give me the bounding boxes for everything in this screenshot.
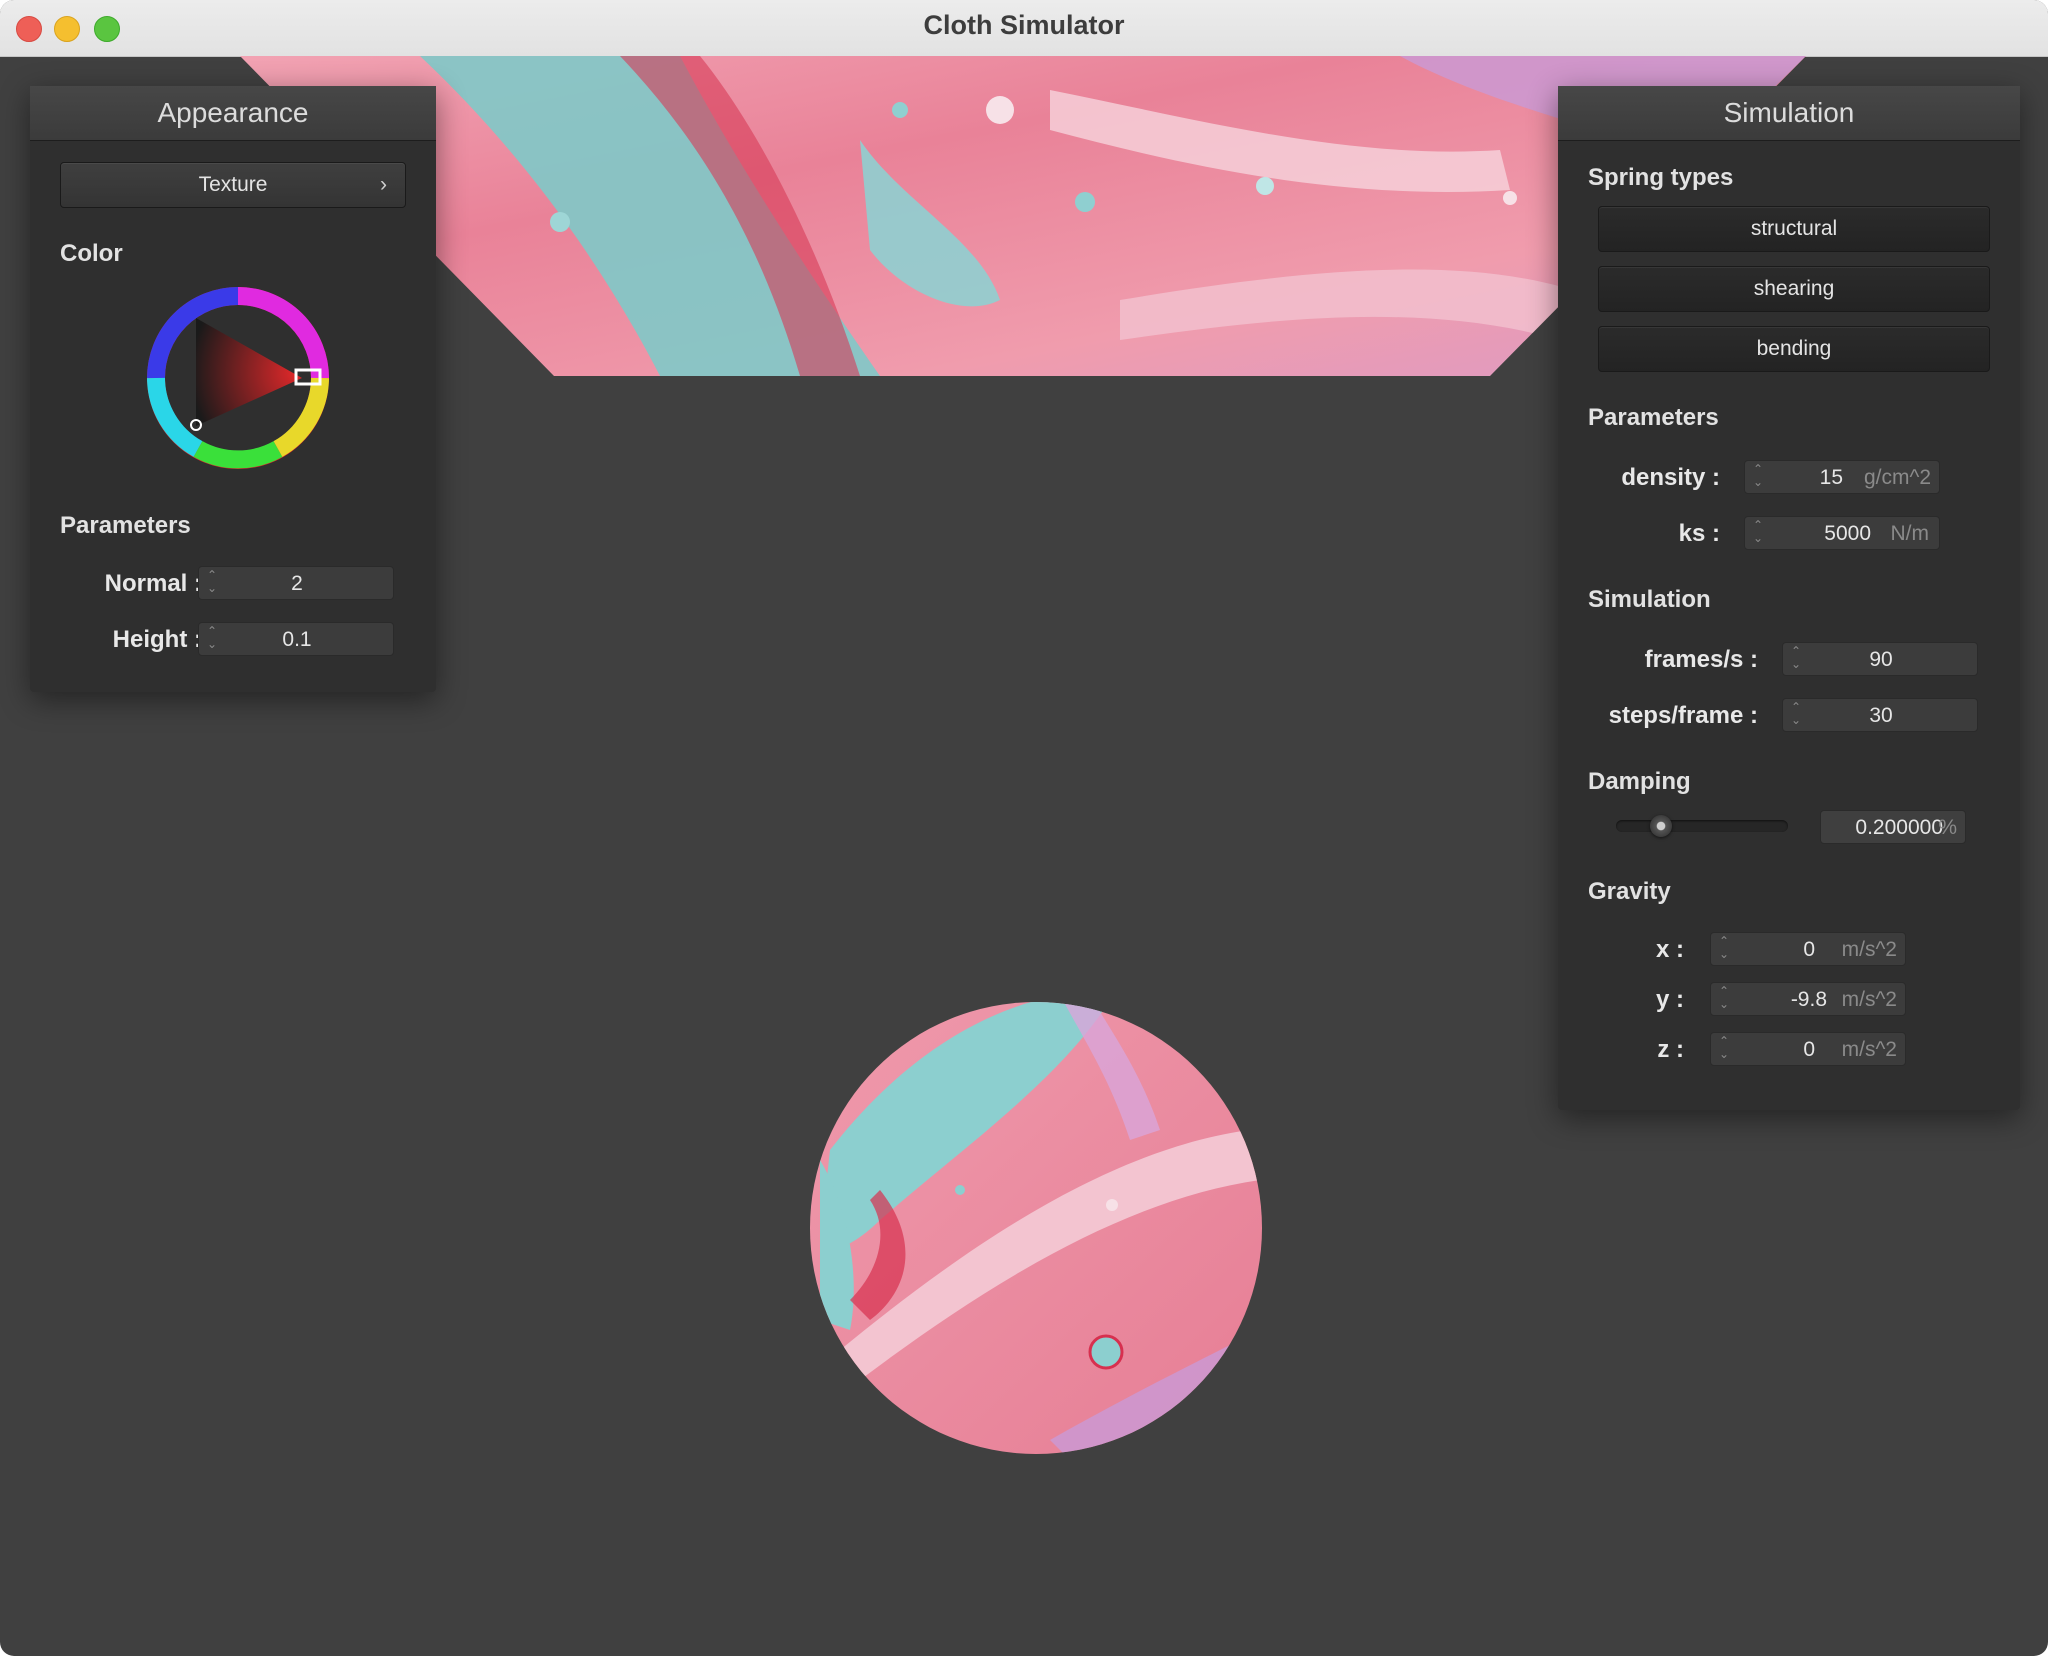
simulation-panel-title[interactable]: Simulation: [1558, 86, 2020, 141]
stepper-icon[interactable]: ⌃ ⌄: [1753, 463, 1763, 489]
gravity-x-label: x :: [1655, 936, 1684, 963]
damping-slider[interactable]: [1616, 815, 1788, 837]
ks-input[interactable]: ⌃ ⌄ 5000 N/m: [1744, 516, 1940, 550]
spring-types-label: Spring types: [1588, 164, 1734, 191]
steps-per-frame-value: 30: [1869, 704, 1893, 727]
texture-button[interactable]: Texture ›: [60, 162, 406, 208]
height-input[interactable]: ⌃ ⌄ 0.1: [198, 622, 394, 656]
density-input[interactable]: ⌃ ⌄ 15 g/cm^2: [1744, 460, 1940, 494]
density-value: 15: [1819, 466, 1843, 489]
damping-value: 0.200000: [1855, 816, 1943, 839]
frames-per-second-input[interactable]: ⌃ ⌄ 90: [1782, 642, 1978, 676]
frames-per-second-label: frames/s :: [1644, 646, 1758, 673]
steps-per-frame-input[interactable]: ⌃ ⌄ 30: [1782, 698, 1978, 732]
color-section-label: Color: [60, 240, 123, 267]
normal-label: Normal :: [104, 570, 202, 597]
gravity-z-value: 0: [1803, 1038, 1815, 1061]
structural-button[interactable]: structural: [1598, 206, 1990, 252]
simulation-parameters-label: Parameters: [1588, 404, 1719, 431]
ks-label: ks :: [1678, 520, 1720, 547]
stepper-icon[interactable]: ⌃ ⌄: [1719, 935, 1729, 961]
app-window: Cloth Simulator Appearance Texture › Col…: [0, 0, 2048, 1656]
stepper-icon[interactable]: ⌃ ⌄: [1719, 985, 1729, 1011]
gravity-x-value: 0: [1803, 938, 1815, 961]
damping-label: Damping: [1588, 768, 1691, 795]
gravity-y-input[interactable]: ⌃ ⌄ -9.8 m/s^2: [1710, 982, 1906, 1016]
normal-value: 2: [291, 572, 303, 595]
normal-input[interactable]: ⌃ ⌄ 2: [198, 566, 394, 600]
gravity-y-label: y :: [1655, 986, 1684, 1013]
texture-button-label: Texture: [198, 173, 268, 196]
simulation-panel: Simulation Spring types structural shear…: [1558, 86, 2020, 1110]
appearance-parameters-label: Parameters: [60, 512, 191, 539]
gravity-x-input[interactable]: ⌃ ⌄ 0 m/s^2: [1710, 932, 1906, 966]
window-title: Cloth Simulator: [923, 10, 1125, 40]
damping-input[interactable]: 0.200000 %: [1820, 810, 1966, 844]
ks-unit: N/m: [1890, 522, 1930, 545]
gravity-z-label: z :: [1657, 1036, 1684, 1063]
gravity-z-unit: m/s^2: [1841, 1038, 1897, 1061]
gravity-x-unit: m/s^2: [1841, 938, 1897, 961]
ks-value: 5000: [1824, 522, 1871, 545]
gravity-z-input[interactable]: ⌃ ⌄ 0 m/s^2: [1710, 1032, 1906, 1066]
stepper-icon[interactable]: ⌃ ⌄: [1753, 519, 1763, 545]
stepper-icon[interactable]: ⌃ ⌄: [1719, 1035, 1729, 1061]
frames-per-second-value: 90: [1869, 648, 1893, 671]
color-wheel[interactable]: [138, 278, 338, 478]
height-label: Height :: [112, 626, 202, 653]
title-bar: Cloth Simulator: [0, 0, 2048, 57]
appearance-panel-title[interactable]: Appearance: [30, 86, 436, 141]
damping-slider-handle[interactable]: [1650, 815, 1672, 837]
density-unit: g/cm^2: [1863, 466, 1931, 489]
damping-unit: %: [1938, 816, 1957, 839]
density-label: density :: [1621, 464, 1720, 491]
shearing-button[interactable]: shearing: [1598, 266, 1990, 312]
simulation-section-label: Simulation: [1588, 586, 1711, 613]
chevron-right-icon: ›: [380, 173, 387, 196]
damping-slider-track: [1616, 820, 1788, 832]
appearance-panel: Appearance Texture › Color Parameters No…: [30, 86, 436, 692]
gravity-y-value: -9.8: [1790, 988, 1827, 1011]
color-triangle: [196, 318, 302, 426]
gravity-y-unit: m/s^2: [1841, 988, 1897, 1011]
height-value: 0.1: [282, 628, 312, 651]
bending-button[interactable]: bending: [1598, 326, 1990, 372]
collision-sphere: [810, 1002, 1262, 1454]
gravity-label: Gravity: [1588, 878, 1671, 905]
steps-per-frame-label: steps/frame :: [1608, 702, 1758, 729]
